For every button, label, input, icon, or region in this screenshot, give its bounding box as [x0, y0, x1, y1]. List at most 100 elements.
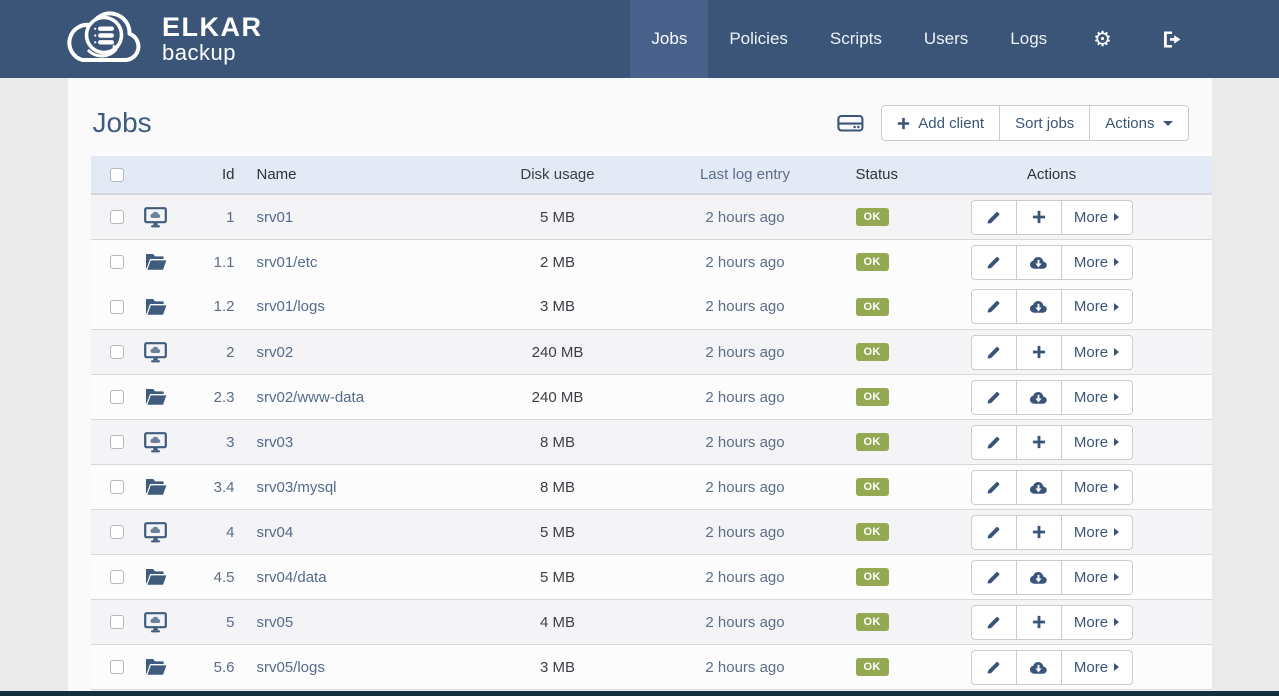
- edit-button[interactable]: [971, 425, 1017, 460]
- job-folder-icon: [145, 478, 167, 496]
- settings-gear-icon: ⚙: [1093, 27, 1112, 52]
- job-name-link[interactable]: srv03: [257, 434, 294, 451]
- client-row: 1 srv01 5 MB 2 hours ago OK More: [91, 194, 1212, 239]
- job-name-link[interactable]: srv01/logs: [257, 298, 325, 315]
- job-folder-icon: [145, 253, 167, 271]
- row-checkbox[interactable]: [110, 480, 124, 494]
- job-row: 1.2 srv01/logs 3 MB 2 hours ago OK More: [91, 284, 1212, 329]
- job-name-link[interactable]: srv01: [257, 209, 294, 226]
- add-job-button[interactable]: [1016, 605, 1062, 640]
- table-header-row: Id Name Disk usage Last log entry Status…: [91, 156, 1212, 194]
- row-id: 4: [189, 524, 235, 541]
- job-name-link[interactable]: srv01/etc: [257, 254, 318, 271]
- nav-item-users[interactable]: Users: [903, 0, 989, 78]
- more-button[interactable]: More: [1061, 245, 1133, 280]
- edit-button[interactable]: [971, 335, 1017, 370]
- row-last-log-entry: 2 hours ago: [643, 569, 848, 586]
- row-action-buttons: More: [971, 650, 1133, 685]
- add-job-button[interactable]: [1016, 335, 1062, 370]
- row-checkbox[interactable]: [110, 570, 124, 584]
- chevron-right-icon: [1114, 348, 1119, 356]
- more-button[interactable]: More: [1061, 335, 1133, 370]
- job-name-link[interactable]: srv04/data: [257, 569, 327, 586]
- toolbar-button-group: Add client Sort jobs Actions: [881, 105, 1188, 141]
- row-checkbox[interactable]: [110, 255, 124, 269]
- restore-backup-button[interactable]: [1016, 245, 1062, 280]
- page-title: Jobs: [93, 107, 152, 139]
- edit-button[interactable]: [971, 650, 1017, 685]
- job-name-link[interactable]: srv04: [257, 524, 294, 541]
- more-button[interactable]: More: [1061, 470, 1133, 505]
- more-button[interactable]: More: [1061, 380, 1133, 415]
- edit-button[interactable]: [971, 560, 1017, 595]
- brand-logo[interactable]: ELKAR backup: [58, 0, 263, 78]
- more-button[interactable]: More: [1061, 650, 1133, 685]
- chevron-down-icon: [1163, 121, 1173, 126]
- row-action-buttons: More: [971, 470, 1133, 505]
- add-job-button[interactable]: [1016, 200, 1062, 235]
- row-checkbox[interactable]: [110, 435, 124, 449]
- select-all-checkbox[interactable]: [110, 168, 124, 182]
- job-name-link[interactable]: srv02/www-data: [257, 389, 365, 406]
- sort-jobs-button[interactable]: Sort jobs: [999, 105, 1090, 141]
- nav-item-scripts[interactable]: Scripts: [809, 0, 903, 78]
- client-row: 5 srv05 4 MB 2 hours ago OK More: [91, 599, 1212, 644]
- row-id: 2.3: [189, 389, 235, 406]
- job-name-link[interactable]: srv02: [257, 344, 294, 361]
- edit-button[interactable]: [971, 515, 1017, 550]
- restore-backup-button[interactable]: [1016, 470, 1062, 505]
- logout-button[interactable]: [1137, 0, 1207, 78]
- edit-button[interactable]: [971, 605, 1017, 640]
- more-button[interactable]: More: [1061, 605, 1133, 640]
- restore-backup-button[interactable]: [1016, 289, 1062, 324]
- edit-button[interactable]: [971, 380, 1017, 415]
- nav-item-jobs[interactable]: Jobs: [630, 0, 708, 78]
- actions-dropdown-button[interactable]: Actions: [1089, 105, 1188, 141]
- restore-backup-button[interactable]: [1016, 650, 1062, 685]
- storage-usage-button[interactable]: [837, 112, 864, 134]
- edit-button[interactable]: [971, 200, 1017, 235]
- row-disk-usage: 5 MB: [473, 569, 643, 586]
- row-checkbox[interactable]: [110, 390, 124, 404]
- add-job-button[interactable]: [1016, 425, 1062, 460]
- plus-icon: [897, 117, 910, 130]
- more-label: More: [1074, 614, 1108, 631]
- add-client-button[interactable]: Add client: [881, 105, 1000, 141]
- row-checkbox[interactable]: [110, 300, 124, 314]
- more-button[interactable]: More: [1061, 200, 1133, 235]
- row-checkbox[interactable]: [110, 615, 124, 629]
- edit-button[interactable]: [971, 289, 1017, 324]
- status-badge: OK: [856, 478, 889, 496]
- brand-title: ELKAR: [162, 14, 263, 41]
- status-badge: OK: [856, 343, 889, 361]
- row-last-log-entry: 2 hours ago: [643, 254, 848, 271]
- more-button[interactable]: More: [1061, 289, 1133, 324]
- row-checkbox[interactable]: [110, 210, 124, 224]
- chevron-right-icon: [1114, 663, 1119, 671]
- edit-button[interactable]: [971, 470, 1017, 505]
- row-checkbox[interactable]: [110, 660, 124, 674]
- brand-subtitle: backup: [162, 42, 263, 64]
- job-folder-icon: [145, 298, 167, 316]
- nav-item-logs[interactable]: Logs: [989, 0, 1068, 78]
- edit-button[interactable]: [971, 245, 1017, 280]
- last-log-column-header: Last log entry: [643, 166, 848, 183]
- status-badge: OK: [856, 298, 889, 316]
- restore-backup-button[interactable]: [1016, 560, 1062, 595]
- row-last-log-entry: 2 hours ago: [643, 344, 848, 361]
- more-button[interactable]: More: [1061, 425, 1133, 460]
- restore-backup-button[interactable]: [1016, 380, 1062, 415]
- job-row: 3.4 srv03/mysql 8 MB 2 hours ago OK More: [91, 464, 1212, 509]
- nav-item-policies[interactable]: Policies: [708, 0, 809, 78]
- row-checkbox[interactable]: [110, 525, 124, 539]
- job-name-link[interactable]: srv05/logs: [257, 659, 325, 676]
- job-name-link[interactable]: srv05: [257, 614, 294, 631]
- row-checkbox[interactable]: [110, 345, 124, 359]
- job-name-link[interactable]: srv03/mysql: [257, 479, 337, 496]
- row-id: 3: [189, 434, 235, 451]
- settings-button[interactable]: ⚙: [1068, 0, 1137, 78]
- add-job-button[interactable]: [1016, 515, 1062, 550]
- status-badge: OK: [856, 523, 889, 541]
- more-button[interactable]: More: [1061, 560, 1133, 595]
- more-button[interactable]: More: [1061, 515, 1133, 550]
